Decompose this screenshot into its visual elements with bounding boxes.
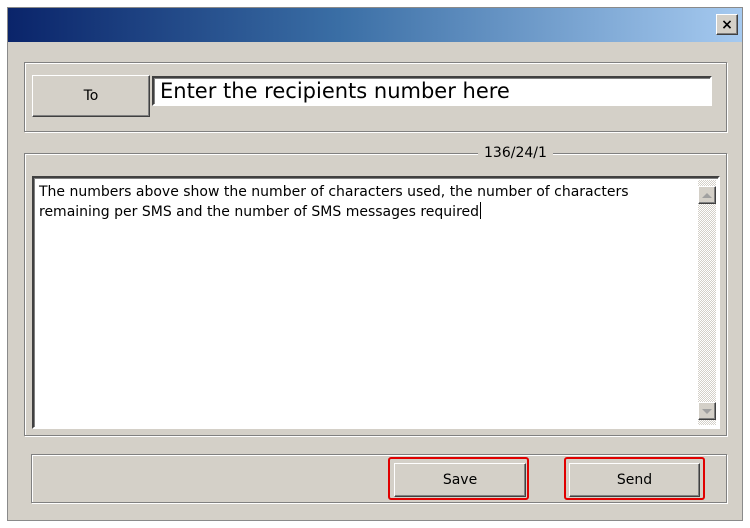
to-button[interactable]: To	[32, 75, 150, 117]
vertical-scrollbar[interactable]	[698, 180, 716, 425]
message-text: The numbers above show the number of cha…	[39, 184, 629, 220]
scroll-down-button[interactable]	[698, 402, 716, 420]
chevron-down-icon	[702, 408, 712, 414]
text-caret	[480, 202, 482, 219]
save-highlight	[388, 457, 529, 500]
message-text-area[interactable]: The numbers above show the number of cha…	[32, 176, 720, 429]
scroll-up-button[interactable]	[698, 186, 716, 204]
send-highlight	[564, 457, 705, 500]
close-icon[interactable]: ×	[716, 14, 738, 35]
chevron-up-icon	[702, 192, 712, 198]
title-bar[interactable]: ×	[8, 8, 742, 42]
character-counter: 136/24/1	[478, 145, 553, 161]
recipient-number-field[interactable]: Enter the recipients number here	[152, 76, 712, 106]
sms-dialog: × To Enter the recipients number here 13…	[7, 7, 743, 521]
